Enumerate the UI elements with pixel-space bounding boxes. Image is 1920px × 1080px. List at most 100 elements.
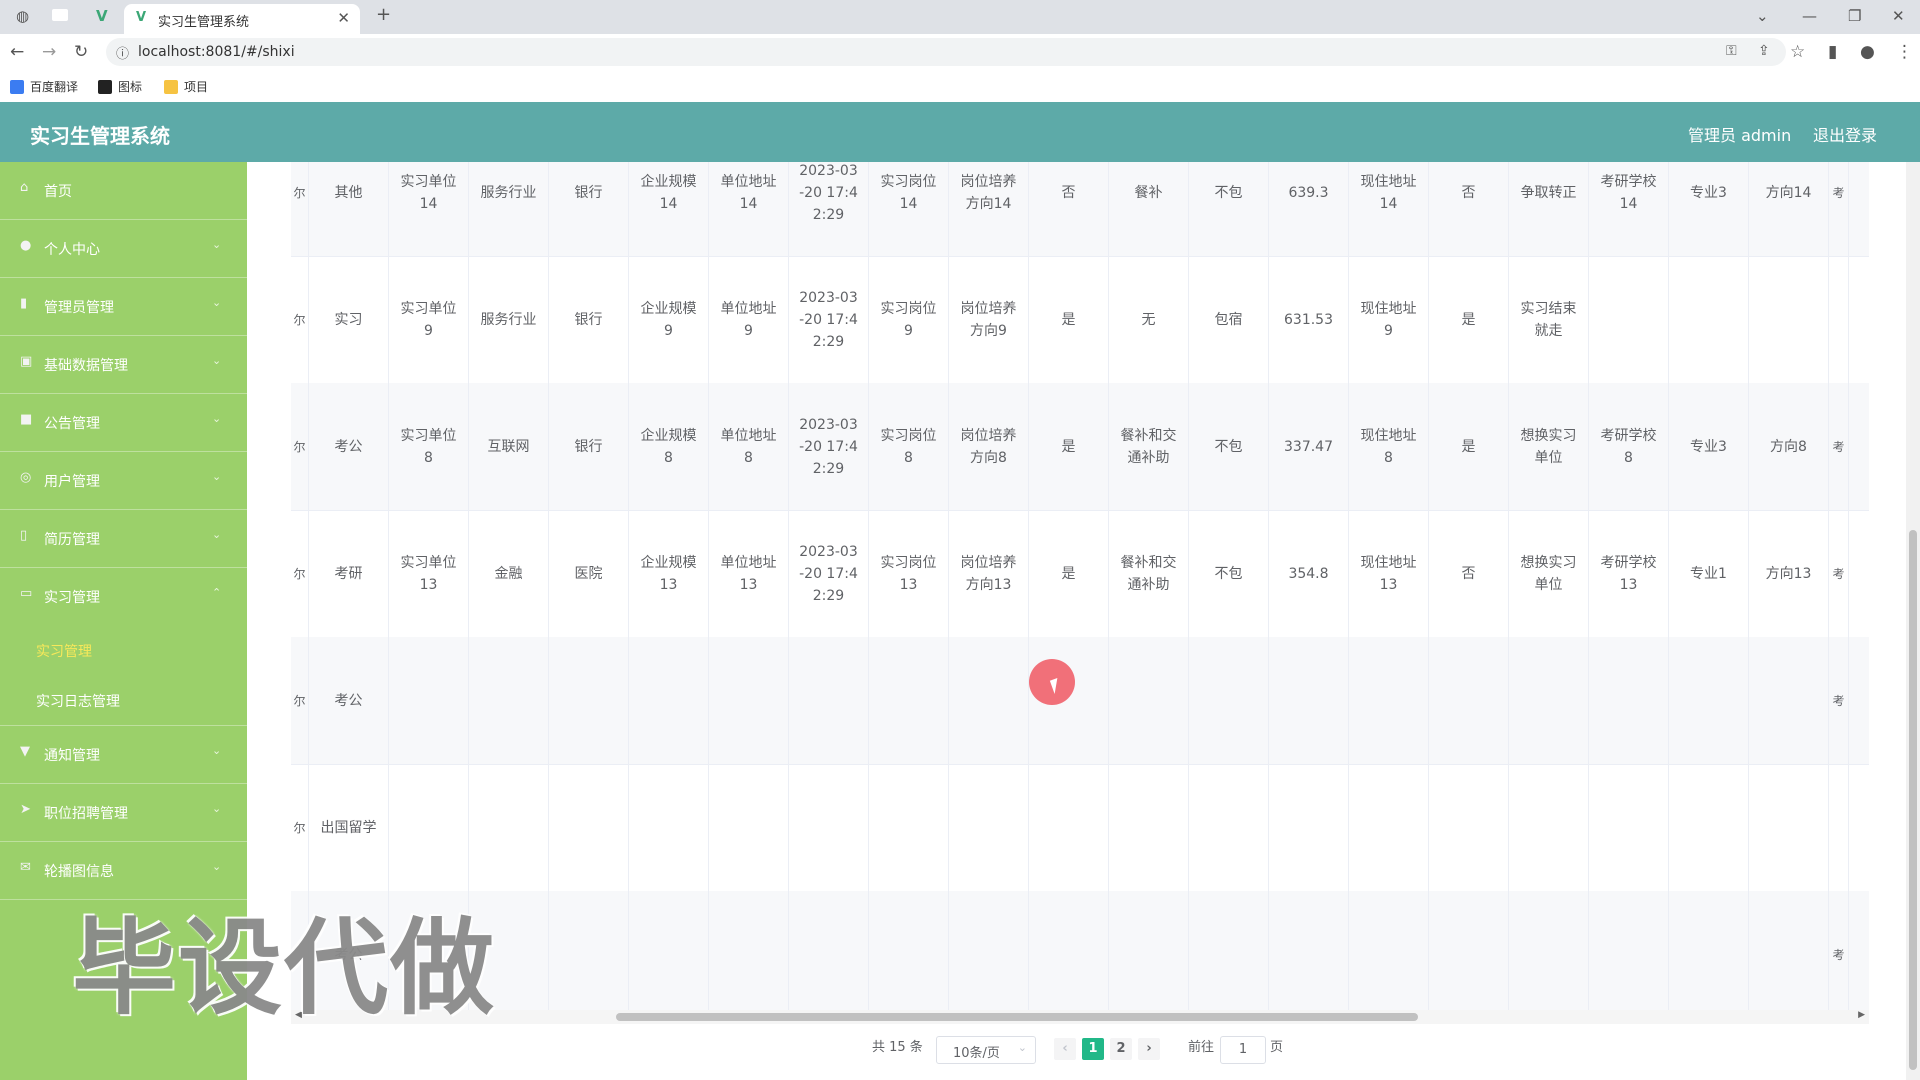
active-tab[interactable]: V 实习生管理系统 ✕ <box>124 4 360 34</box>
reload-icon[interactable]: ↻ <box>74 42 88 62</box>
browser-menu-icon[interactable]: ◍ <box>16 7 29 25</box>
table-cell: 服务行业 <box>469 256 549 383</box>
table-cell <box>1589 637 1669 764</box>
back-icon[interactable]: ← <box>10 42 24 62</box>
logout-link[interactable]: 退出登录 <box>1813 122 1877 146</box>
sidebar-item-label: 首页 <box>44 184 72 200</box>
sidebar-item-home[interactable]: ⌂ 首页 <box>0 162 247 220</box>
translate-icon <box>10 79 24 94</box>
sidebar-item-announcement[interactable]: ■ 公告管理 ⌄ <box>0 394 247 452</box>
page-size-value: 10条/页 <box>953 1046 1000 1061</box>
table-cell <box>789 891 869 1010</box>
pinned-vue-tab-icon[interactable]: V <box>96 7 108 25</box>
submenu-item-internship[interactable]: 实习管理 <box>0 625 247 675</box>
vue-favicon-icon: V <box>136 10 147 25</box>
table-cell <box>1349 637 1429 764</box>
horizontal-scrollbar[interactable]: ◀ ▶ <box>291 1010 1869 1024</box>
table-cell: 考公 <box>309 637 389 764</box>
table-cell: 企业规模 8 <box>629 383 709 510</box>
submenu-item-internship-log[interactable]: 实习日志管理 <box>0 675 247 725</box>
restore-icon[interactable]: ❐ <box>1848 7 1861 25</box>
table-cell: 考研学校 14 <box>1589 162 1669 256</box>
side-panel-icon[interactable]: ▮ <box>1828 42 1837 62</box>
table-cell: 354.8 <box>1269 510 1349 637</box>
sidebar-item-personal-center[interactable]: ● 个人中心 ⌄ <box>0 220 247 278</box>
sidebar-item-label: 通知管理 <box>44 748 100 764</box>
table-cell: 尔 <box>291 764 309 891</box>
goto-page-input[interactable]: 1 <box>1220 1036 1266 1064</box>
tab-title: 实习生管理系统 <box>158 15 250 30</box>
page-button-1[interactable]: 1 <box>1082 1038 1104 1060</box>
table-cell: 实习岗位 14 <box>869 162 949 256</box>
chevron-down-icon: ⌄ <box>1017 1041 1027 1054</box>
bookmark-star-icon[interactable]: ☆ <box>1790 42 1805 62</box>
table-cell <box>629 637 709 764</box>
vertical-scrollbar[interactable] <box>1906 162 1920 1080</box>
table-cell <box>1749 637 1829 764</box>
page-size-select[interactable]: 10条/页 ⌄ <box>936 1036 1036 1064</box>
more-menu-icon[interactable]: ⋮ <box>1896 42 1913 62</box>
table-cell: 争取转正 <box>1509 162 1589 256</box>
table-cell: 岗位培养 方向9 <box>949 256 1029 383</box>
site-info-icon[interactable]: ⓘ <box>116 43 129 62</box>
table-cell: 考研 <box>309 510 389 637</box>
key-icon[interactable]: ⚿ <box>1726 43 1737 59</box>
new-tab-icon[interactable]: + <box>376 4 391 25</box>
table-cell <box>869 764 949 891</box>
table-cell: 现住地址 13 <box>1349 510 1429 637</box>
table-cell <box>1109 764 1189 891</box>
horizontal-scroll-thumb[interactable] <box>616 1013 1418 1021</box>
sidebar-item-resume[interactable]: ▯ 简历管理 ⌄ <box>0 510 247 568</box>
table-cell: 企业规模 14 <box>629 162 709 256</box>
bookmark-icons[interactable]: 图标 <box>98 78 142 95</box>
forward-icon[interactable]: → <box>42 42 56 62</box>
table-cell <box>1429 764 1509 891</box>
internship-table: 尔其他 实习单位 14 服务行业 银行 企业规模 14 单位地址 14 2023-03 -2… <box>291 162 1869 1010</box>
sidebar-item-admin-management[interactable]: ▮ 管理员管理 ⌄ <box>0 278 247 336</box>
submenu-label: 实习日志管理 <box>36 694 120 710</box>
table-cell: 专业1 <box>1669 510 1749 637</box>
table-cell <box>1029 891 1109 1010</box>
profile-icon[interactable]: ● <box>1860 42 1875 62</box>
sidebar-item-recruitment[interactable]: ➤ 职位招聘管理 ⌄ <box>0 784 247 842</box>
sidebar-item-label: 职位招聘管理 <box>44 806 128 822</box>
bookmark-project-folder[interactable]: 项目 <box>164 78 208 95</box>
chevron-up-icon: ⌃ <box>212 586 222 599</box>
next-page-button[interactable]: › <box>1138 1038 1160 1060</box>
pagination-total: 共 15 条 <box>872 1040 923 1055</box>
table-cell <box>1669 764 1749 891</box>
minimize-icon[interactable]: — <box>1802 7 1817 25</box>
scroll-right-icon[interactable]: ▶ <box>1858 1010 1865 1020</box>
table-cell: 实习单位 13 <box>389 510 469 637</box>
tab-search-icon[interactable]: ⌄ <box>1756 7 1769 25</box>
table-cell: 方向8 <box>1749 383 1829 510</box>
table-cell: 考研学校 8 <box>1589 383 1669 510</box>
sidebar-item-user-management[interactable]: ◎ 用户管理 ⌄ <box>0 452 247 510</box>
table-cell <box>709 891 789 1010</box>
table-cell: 尔 <box>291 637 309 764</box>
table-cell: 现住地址 8 <box>1349 383 1429 510</box>
vertical-scroll-thumb[interactable] <box>1909 530 1917 1070</box>
table-cell <box>1749 764 1829 891</box>
table-cell: 单位地址 14 <box>709 162 789 256</box>
goto-label: 前往 <box>1188 1040 1215 1055</box>
close-tab-icon[interactable]: ✕ <box>337 9 350 27</box>
page-button-2[interactable]: 2 <box>1110 1038 1132 1060</box>
window-close-icon[interactable]: ✕ <box>1892 7 1905 25</box>
url-field[interactable]: ⓘ localhost:8081/#/shixi ⚿ ⇪ <box>106 38 1786 66</box>
app-header: 实习生管理系统 管理员 admin 退出登录 <box>0 102 1920 162</box>
pinned-tab-icon[interactable] <box>52 9 68 21</box>
share-icon[interactable]: ⇪ <box>1758 43 1770 59</box>
chevron-down-icon: ⌄ <box>212 238 222 251</box>
table-cell: 考 <box>1829 383 1849 510</box>
table-cell <box>1109 637 1189 764</box>
prev-page-button[interactable]: ‹ <box>1054 1038 1076 1060</box>
table-row: 尔出国留学 <box>291 764 1869 892</box>
table-cell: 是 <box>1429 256 1509 383</box>
sidebar-item-base-data[interactable]: ▣ 基础数据管理 ⌄ <box>0 336 247 394</box>
table-cell: 银行 <box>549 162 629 256</box>
bookmark-baidu-translate[interactable]: 百度翻译 <box>10 78 78 95</box>
sidebar-item-internship[interactable]: ▭ 实习管理 ⌃ <box>0 568 247 625</box>
table-cell: 专业3 <box>1669 162 1749 256</box>
sidebar-item-notification[interactable]: ▼ 通知管理 ⌄ <box>0 726 247 784</box>
